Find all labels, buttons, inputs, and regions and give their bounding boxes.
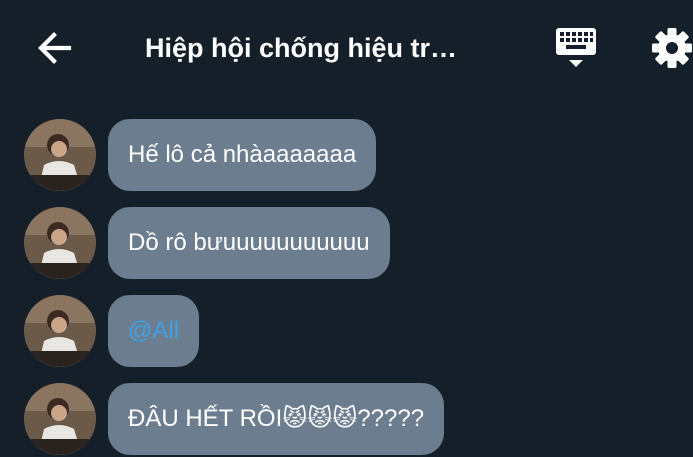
avatar[interactable] — [24, 383, 96, 455]
message-row: @All — [0, 295, 693, 369]
avatar-photo — [24, 383, 96, 455]
avatar-photo — [24, 207, 96, 279]
message-bubble-mention[interactable]: @All — [108, 295, 200, 367]
message-bubble[interactable]: ĐÂU HẾT RỒI😾😾😾????? — [108, 383, 445, 455]
avatar[interactable] — [24, 119, 96, 191]
avatar[interactable] — [24, 295, 96, 367]
chat-header: Hiệp hội chống hiệu tr… — [0, 0, 693, 96]
settings-button[interactable] — [646, 22, 693, 74]
message-row: ĐÂU HẾT RỒI😾😾😾????? — [0, 383, 693, 457]
message-row: Hế lô cả nhàaaaaaaa — [0, 119, 693, 193]
keyboard-button[interactable] — [550, 24, 602, 72]
avatar-photo — [24, 119, 96, 191]
avatar[interactable] — [24, 207, 96, 279]
keyboard-icon — [556, 28, 596, 67]
message-row: Dồ rô bưuuuuuuuuuuu — [0, 207, 693, 281]
message-bubble[interactable]: Hế lô cả nhàaaaaaaa — [108, 119, 377, 191]
message-bubble[interactable]: Dồ rô bưuuuuuuuuuuu — [108, 207, 390, 279]
back-button[interactable] — [32, 25, 78, 71]
gear-icon — [652, 28, 692, 68]
avatar-photo — [24, 295, 96, 367]
arrow-left-icon — [38, 32, 72, 64]
chat-title: Hiệp hội chống hiệu tr… — [145, 33, 457, 63]
